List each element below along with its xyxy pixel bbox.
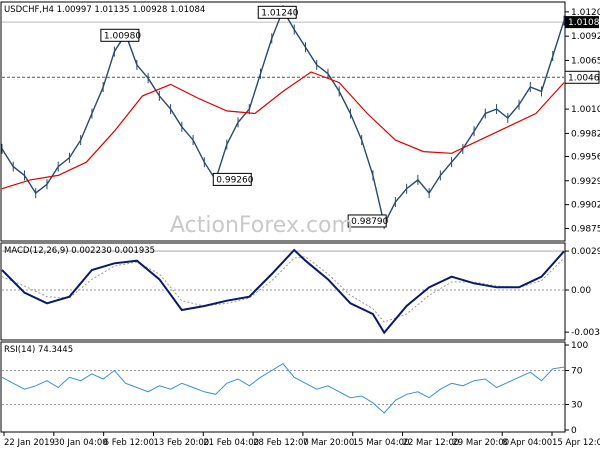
x-tick-label: 28 Feb 12:00 (253, 438, 309, 448)
macd-tick-label: -0.003159 (571, 328, 600, 338)
x-tick-label: 22 Mar 12:00 (403, 438, 460, 448)
rsi-tick-label: 100 (571, 341, 588, 351)
price-tick-label: 0.98750 (571, 225, 600, 235)
x-tick-label: 15 Apr 12:00 (552, 438, 600, 448)
callout-label: 1.01240 (261, 8, 298, 18)
price-tick-label: 0.99825 (571, 129, 600, 139)
x-tick-label: 21 Feb 04:00 (203, 438, 259, 448)
x-tick-label: 6 Feb 12:00 (104, 438, 154, 448)
price-tick-label: 1.00650 (571, 56, 600, 66)
macd-title: MACD(12,26,9) 0.002230 0.001935 (4, 246, 155, 256)
macd-tick-label: 0.00 (571, 286, 591, 296)
x-tick-label: 30 Jan 04:00 (54, 438, 108, 448)
watermark: ActionForex.com (170, 213, 353, 238)
macd-tick-label: 0.00292 (571, 247, 600, 257)
price-tick-label: 1.00100 (571, 105, 600, 115)
x-tick-label: 29 Mar 20:00 (452, 438, 509, 448)
rsi-tick-label: 30 (571, 401, 583, 411)
callout-label: 0.99260 (216, 175, 253, 185)
usdchf-chart: 1.012001.009251.006501.001000.998250.995… (0, 0, 600, 450)
callout-label: 0.98790 (351, 217, 388, 227)
chart-title: USDCHF,H4 1.00997 1.01135 1.00928 1.0108… (4, 5, 205, 15)
rsi-tick-label: 0 (571, 426, 577, 436)
rsi-title: RSI(14) 74.3445 (4, 345, 73, 355)
hline-label: 1.00460 (568, 73, 600, 83)
x-tick-label: 15 Mar 04:00 (353, 438, 410, 448)
price-tick-label: 0.99020 (571, 201, 600, 211)
x-tick-label: 8 Apr 04:00 (502, 438, 552, 448)
last-price-label: 1.01084 (568, 18, 600, 28)
price-tick-label: 0.99290 (571, 177, 600, 187)
price-tick-label: 1.00925 (571, 32, 600, 42)
x-tick-label: 13 Feb 20:00 (153, 438, 209, 448)
price-tick-label: 0.99565 (571, 152, 600, 162)
chart-root: 1.012001.009251.006501.001000.998250.995… (0, 0, 600, 450)
x-tick-label: 22 Jan 2019 (4, 438, 55, 448)
callout-label: 1.00980 (104, 31, 141, 41)
x-tick-label: 7 Mar 20:00 (303, 438, 354, 448)
rsi-tick-label: 70 (571, 367, 583, 377)
